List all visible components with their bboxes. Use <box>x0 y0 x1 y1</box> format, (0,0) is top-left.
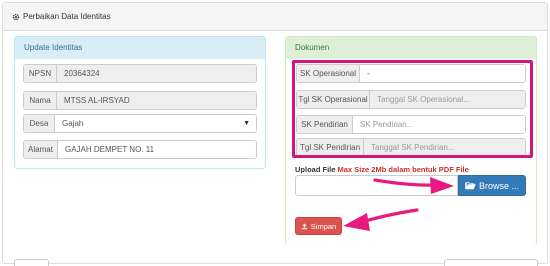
arrow-to-browse <box>373 177 454 194</box>
annotation-arrows <box>343 177 454 231</box>
arrow-to-simpan <box>343 208 419 231</box>
